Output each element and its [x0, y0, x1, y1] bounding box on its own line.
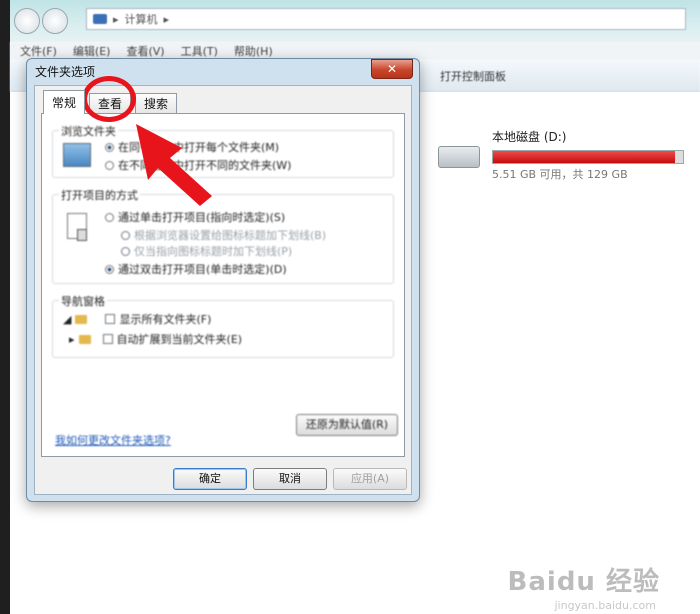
help-link[interactable]: 我如何更改文件夹选项?: [55, 432, 171, 448]
drive-d[interactable]: 本地磁盘 (D:) 5.51 GB 可用，共 129 GB: [436, 128, 696, 188]
option-underline-point-label: 仅当指向图标标题时加下划线(P): [134, 245, 293, 258]
close-icon: ✕: [386, 62, 398, 76]
menu-edit[interactable]: 编辑(E): [73, 43, 111, 59]
option-auto-expand-label: 自动扩展到当前文件夹(E): [116, 333, 243, 346]
drive-usage-bar: [492, 150, 684, 164]
folder-window-icon: [63, 143, 91, 167]
apply-button[interactable]: 应用(A): [333, 468, 407, 490]
cancel-button[interactable]: 取消: [253, 468, 327, 490]
expand-arrow-icon: ◢: [63, 312, 72, 326]
group-click-title: 打开项目的方式: [59, 187, 140, 203]
group-browse-title: 浏览文件夹: [59, 123, 118, 139]
annotation-circle: [82, 76, 136, 122]
option-double-click-label: 通过双击打开项目(单击时选定)(D): [118, 263, 287, 276]
drive-usage-fill: [493, 151, 675, 163]
radio-underline-point[interactable]: [121, 246, 130, 256]
menu-tools[interactable]: 工具(T): [181, 43, 218, 59]
radio-same-window[interactable]: [105, 142, 114, 152]
radio-new-window[interactable]: [105, 160, 114, 170]
drive-info: 5.51 GB 可用，共 129 GB: [492, 168, 628, 181]
folder-options-dialog: 文件夹选项 ✕ 常规 查看 搜索 浏览文件夹 在同一窗口中打开每个文件夹(M): [26, 58, 420, 502]
option-same-window[interactable]: 在同一窗口中打开每个文件夹(M): [105, 139, 279, 155]
option-underline-browser[interactable]: 根据浏览器设置给图标标题加下划线(B): [121, 227, 326, 243]
option-show-all-folders-label: 显示所有文件夹(F): [119, 313, 212, 326]
group-click-items: 打开项目的方式 通过单击打开项目(指向时选定)(S) 根据浏览器设置给图标标题加…: [52, 187, 394, 284]
breadcrumb-chevron-icon[interactable]: ▸: [164, 13, 170, 26]
breadcrumb-separator-icon: ▸: [113, 12, 119, 26]
dialog-client: 常规 查看 搜索 浏览文件夹 在同一窗口中打开每个文件夹(M) 在不同窗口中打开…: [34, 85, 412, 495]
menu-file[interactable]: 文件(F): [20, 43, 57, 59]
option-underline-browser-label: 根据浏览器设置给图标标题加下划线(B): [134, 229, 327, 242]
option-underline-point[interactable]: 仅当指向图标标题时加下划线(P): [121, 243, 292, 259]
checkbox-show-all-folders[interactable]: [105, 314, 116, 324]
menu-view[interactable]: 查看(V): [126, 43, 164, 59]
option-auto-expand[interactable]: ▸ 自动扩展到当前文件夹(E): [69, 331, 242, 347]
group-nav-title: 导航窗格: [59, 293, 107, 309]
option-new-window[interactable]: 在不同窗口中打开不同的文件夹(W): [105, 157, 291, 173]
open-control-panel-button[interactable]: 打开控制面板: [440, 68, 506, 84]
option-new-window-label: 在不同窗口中打开不同的文件夹(W): [118, 159, 292, 172]
cursor-icon: [77, 229, 87, 241]
option-double-click[interactable]: 通过双击打开项目(单击时选定)(D): [105, 261, 287, 277]
group-browse-folders: 浏览文件夹 在同一窗口中打开每个文件夹(M) 在不同窗口中打开不同的文件夹(W): [52, 123, 394, 178]
folder-icon-2: [78, 334, 91, 344]
tab-search[interactable]: 搜索: [135, 93, 178, 113]
option-single-click[interactable]: 通过单击打开项目(指向时选定)(S): [105, 209, 285, 225]
ok-button[interactable]: 确定: [173, 468, 247, 490]
folder-icon: [75, 314, 88, 324]
watermark-logo: Baidu 经验: [507, 567, 660, 597]
checkbox-auto-expand[interactable]: [102, 334, 113, 344]
radio-underline-browser[interactable]: [121, 230, 130, 240]
close-button[interactable]: ✕: [371, 59, 413, 79]
breadcrumb-computer[interactable]: 计算机: [125, 11, 158, 27]
back-button[interactable]: [14, 8, 40, 34]
option-same-window-label: 在同一窗口中打开每个文件夹(M): [118, 141, 280, 154]
computer-icon: [93, 14, 107, 24]
restore-defaults-button[interactable]: 还原为默认值(R): [296, 414, 398, 436]
dialog-title: 文件夹选项: [35, 65, 96, 79]
tab-general[interactable]: 常规: [43, 90, 86, 114]
left-edge-strip: [0, 0, 10, 614]
option-show-all-folders[interactable]: ◢ 显示所有文件夹(F): [63, 311, 211, 327]
forward-button[interactable]: [42, 8, 68, 34]
watermark-url: jingyan.baidu.com: [554, 599, 656, 612]
address-bar[interactable]: ▸ 计算机 ▸: [86, 8, 686, 30]
radio-single-click[interactable]: [105, 212, 114, 222]
explorer-titlebar: ▸ 计算机 ▸: [10, 0, 700, 42]
radio-double-click[interactable]: [105, 264, 114, 274]
option-single-click-label: 通过单击打开项目(指向时选定)(S): [118, 211, 286, 224]
drive-name: 本地磁盘 (D:): [492, 130, 567, 144]
collapse-arrow-icon: ▸: [69, 332, 75, 346]
group-navigation-pane: 导航窗格 ◢ 显示所有文件夹(F) ▸ 自动扩展到当前文件夹(E): [52, 293, 394, 358]
tab-page-general: 浏览文件夹 在同一窗口中打开每个文件夹(M) 在不同窗口中打开不同的文件夹(W)…: [41, 113, 405, 457]
hard-drive-icon: [438, 146, 480, 168]
menu-help[interactable]: 帮助(H): [234, 43, 273, 59]
